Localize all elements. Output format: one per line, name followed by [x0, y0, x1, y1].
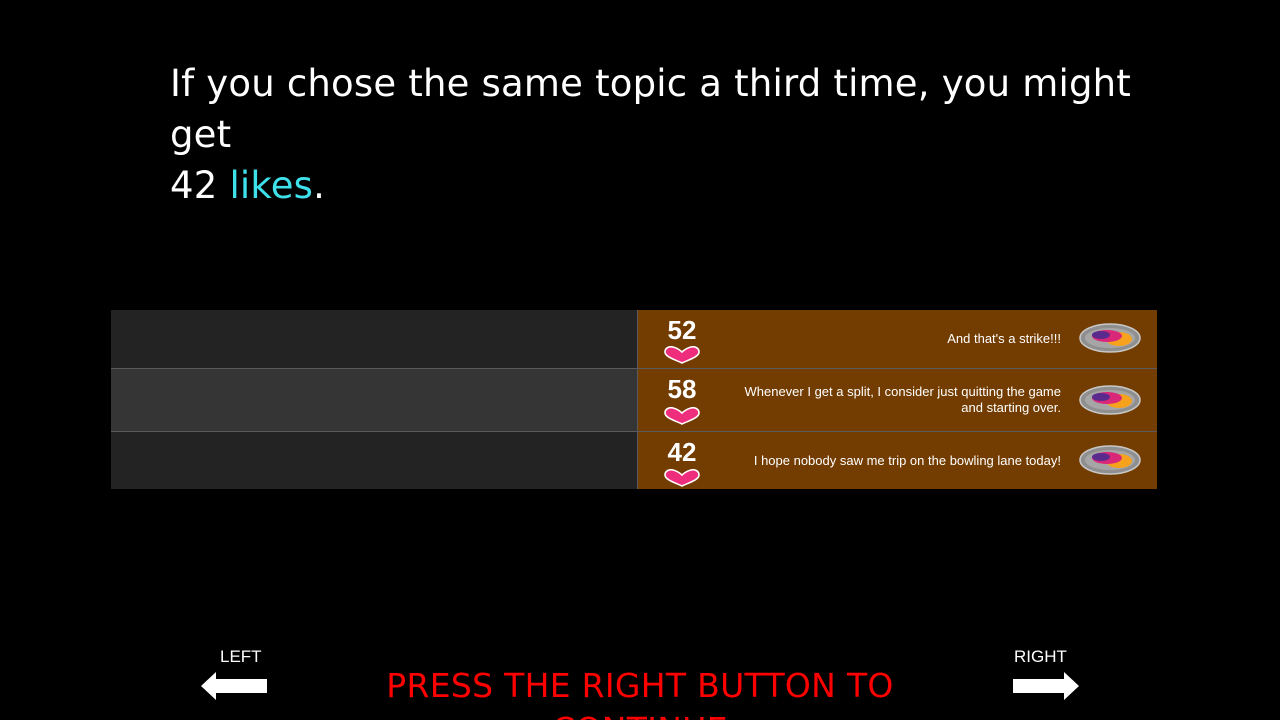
- post-card: 58 Whenever I get a split, I consider ju…: [637, 369, 1157, 431]
- post-feed: 52 And that's a strike!!! 58 Whenever I …: [111, 310, 1157, 489]
- task-screen: If you chose the same topic a third time…: [0, 0, 1280, 720]
- continue-instruction: PRESS THE RIGHT BUTTON TO CONTINUE: [386, 666, 894, 720]
- post-text: Whenever I get a split, I consider just …: [744, 384, 1061, 415]
- arrow-right-icon[interactable]: [1011, 671, 1081, 701]
- like-count: 58: [667, 374, 697, 404]
- feedback-punctuation: .: [313, 164, 326, 207]
- feed-row: 58 Whenever I get a split, I consider ju…: [111, 369, 1157, 431]
- empty-panel: [111, 369, 637, 431]
- feedback-highlight: likes: [229, 164, 314, 207]
- feedback-number: 42: [170, 164, 218, 207]
- left-label: LEFT: [220, 647, 262, 666]
- row-divider: [111, 431, 1157, 432]
- feed-row: 52 And that's a strike!!!: [111, 310, 1157, 368]
- column-divider: [637, 310, 638, 489]
- post-card: 42 I hope nobody saw me trip on the bowl…: [637, 432, 1157, 489]
- feedback-message: If you chose the same topic a third time…: [170, 58, 1150, 211]
- like-count: 52: [667, 315, 697, 345]
- heart-icon: [664, 469, 700, 487]
- arrow-left-icon[interactable]: [199, 671, 269, 701]
- bowling-topic-icon: [1079, 385, 1141, 415]
- empty-panel: [111, 432, 637, 489]
- post-card: 52 And that's a strike!!!: [637, 310, 1157, 368]
- feed-row: 42 I hope nobody saw me trip on the bowl…: [111, 432, 1157, 489]
- bowling-topic-icon: [1079, 323, 1141, 353]
- bowling-topic-icon: [1079, 445, 1141, 475]
- feedback-line: If you chose the same topic a third time…: [170, 62, 1131, 156]
- heart-icon: [664, 407, 700, 425]
- post-text: I hope nobody saw me trip on the bowling…: [753, 452, 1061, 468]
- like-count: 42: [667, 437, 697, 467]
- row-divider: [111, 368, 1157, 369]
- heart-icon: [664, 346, 700, 364]
- empty-panel: [111, 310, 637, 368]
- right-label: RIGHT: [1014, 647, 1067, 666]
- post-text: And that's a strike!!!: [947, 331, 1061, 346]
